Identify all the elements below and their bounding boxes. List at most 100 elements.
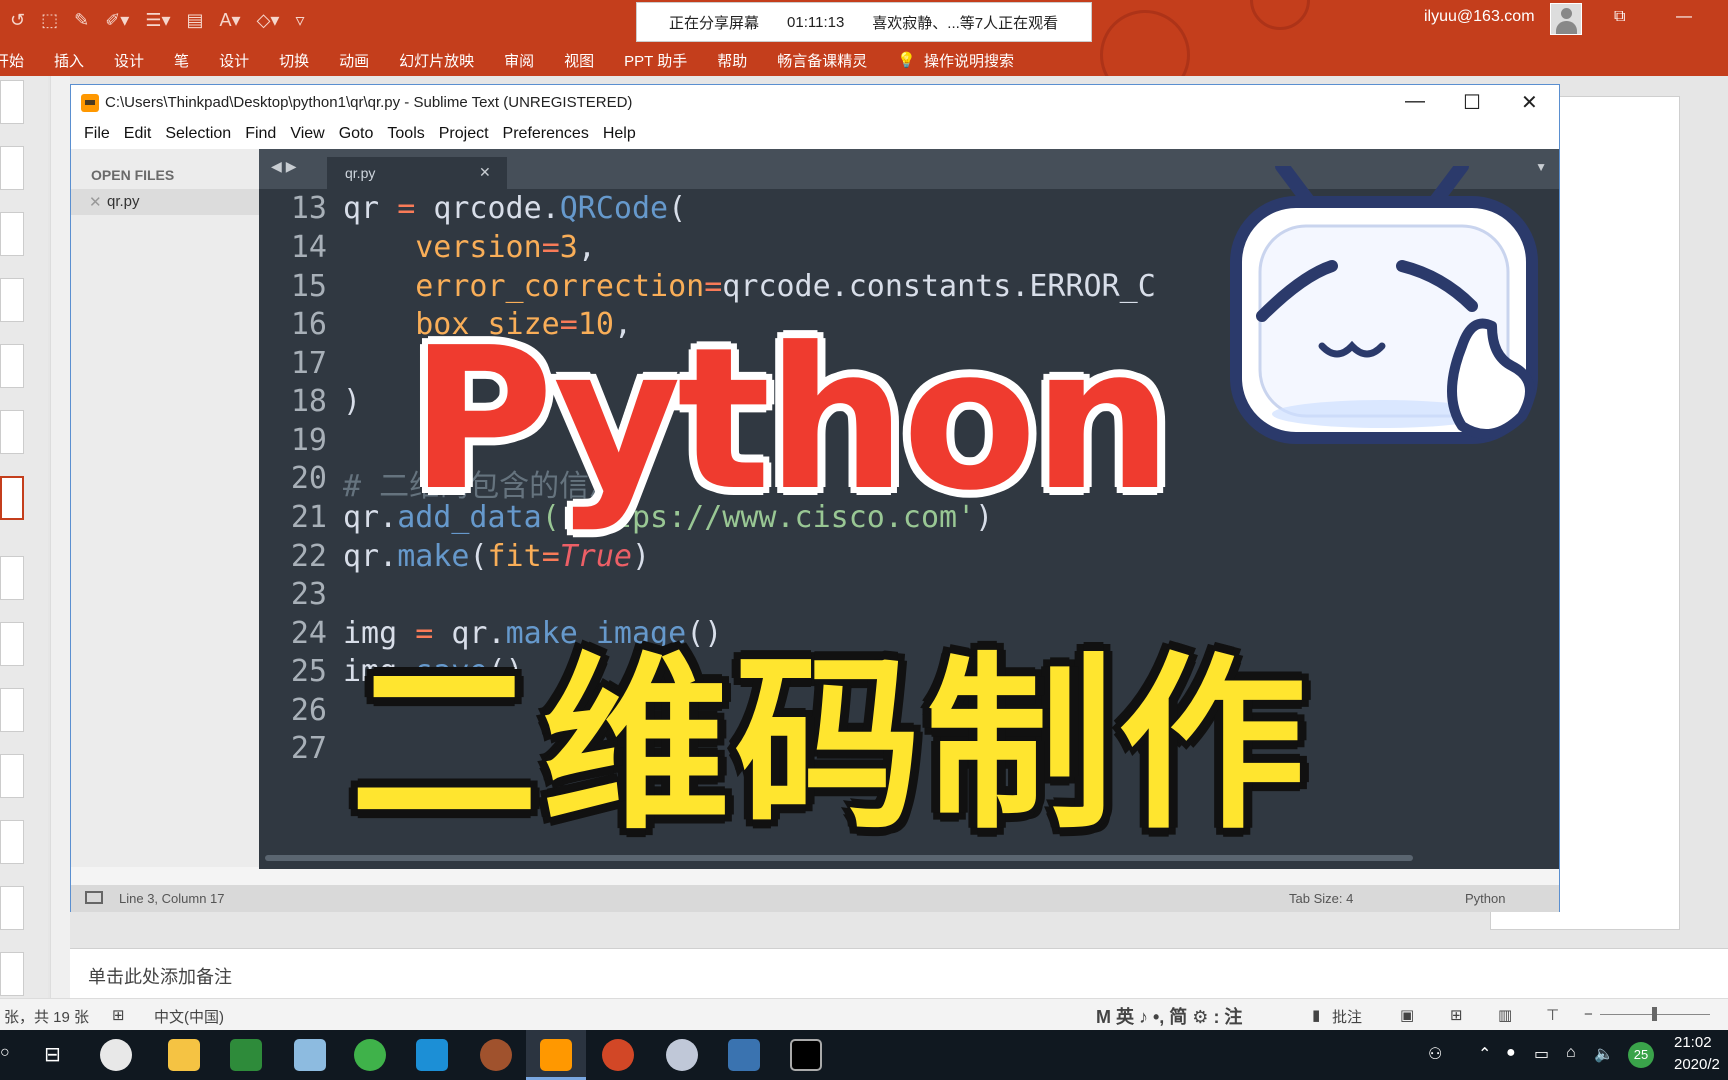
slide-thumbnail[interactable] [0, 80, 24, 124]
slide-thumbnail[interactable] [0, 886, 24, 930]
tab-ppt-assistant[interactable]: PPT 助手 [609, 50, 702, 71]
slide-thumbnail[interactable] [0, 622, 24, 666]
zoom-slider-thumb[interactable] [1652, 1007, 1657, 1021]
menu-tools[interactable]: Tools [380, 125, 431, 143]
comment-icon[interactable]: ▮ [1312, 1006, 1320, 1024]
slide-thumbnail[interactable] [0, 212, 24, 256]
slide-thumbnail[interactable] [0, 952, 24, 996]
avatar[interactable] [1550, 3, 1582, 35]
close-icon[interactable]: ✕ [1521, 90, 1538, 115]
clock-time[interactable]: 21:02 [1674, 1034, 1712, 1051]
menu-preferences[interactable]: Preferences [496, 125, 596, 143]
normal-view-icon[interactable]: ▣ [1400, 1006, 1414, 1024]
slide-thumbnail[interactable] [0, 278, 24, 322]
browser-icon[interactable] [354, 1039, 386, 1071]
code-line[interactable]: version=3, [343, 230, 596, 265]
ime-toolbar[interactable]: M 英 ♪ •, 简 ⚙ : 注 [1096, 1003, 1242, 1029]
tab-review[interactable]: 审阅 [489, 50, 549, 71]
pen-icon[interactable]: ✎ [74, 10, 89, 31]
menu-selection[interactable]: Selection [158, 125, 238, 143]
code-line[interactable]: ) [343, 384, 361, 419]
zoom-out-icon[interactable]: − [1584, 1006, 1593, 1023]
tab-help[interactable]: 帮助 [702, 50, 762, 71]
task-view-icon[interactable]: ⊟ [44, 1042, 61, 1067]
console-toggle-icon[interactable] [85, 891, 103, 904]
reading-view-icon[interactable]: ▥ [1498, 1006, 1512, 1024]
close-file-icon[interactable]: ✕ [89, 193, 102, 211]
powerpoint-icon[interactable] [602, 1039, 634, 1071]
tab-design-2[interactable]: 设计 [204, 50, 264, 71]
code-line[interactable]: error_correction=qrcode.constants.ERROR_… [343, 269, 1156, 304]
slide-thumbnail[interactable] [0, 146, 24, 190]
undo-icon[interactable]: ↺ [10, 10, 25, 31]
lines-icon[interactable]: ☰▾ [145, 10, 170, 31]
ribbon-display-icon[interactable]: ⧉ [1614, 8, 1625, 26]
network-icon[interactable]: ⌂ [1566, 1044, 1576, 1062]
slide-thumbnail[interactable] [0, 820, 24, 864]
sublime-icon[interactable] [540, 1039, 572, 1071]
slide-thumbnail[interactable] [0, 410, 24, 454]
tab-draw[interactable]: 笔 [159, 50, 204, 71]
spellcheck-icon[interactable]: ⊞ [112, 1006, 125, 1024]
tray-app-icon[interactable]: ● [1506, 1044, 1516, 1062]
tell-me-search[interactable]: 操作说明搜索 [920, 50, 1029, 71]
tab-home[interactable]: 开始 [0, 50, 39, 71]
app-icon[interactable] [480, 1039, 512, 1071]
shapes-icon[interactable]: ◇▾ [257, 10, 280, 31]
people-icon[interactable]: ⚇ [1428, 1044, 1442, 1064]
slide-thumbnail[interactable] [0, 754, 24, 798]
tab-scroll-arrows-icon[interactable]: ◀▶ [271, 158, 301, 175]
maximize-icon[interactable]: ☐ [1463, 90, 1481, 115]
slide-thumbnail[interactable] [0, 688, 24, 732]
tab-design[interactable]: 设计 [99, 50, 159, 71]
menu-project[interactable]: Project [432, 125, 496, 143]
slide-thumbnail[interactable] [0, 344, 24, 388]
tab-view[interactable]: 视图 [549, 50, 609, 71]
language-status[interactable]: 中文(中国) [154, 1006, 224, 1027]
code-line[interactable]: qr = qrcode.QRCode( [343, 191, 686, 226]
open-file-item[interactable]: ✕ qr.py [71, 189, 259, 215]
close-tab-icon[interactable]: ✕ [479, 164, 491, 181]
search-icon[interactable]: ○ [0, 1044, 10, 1062]
minimize-icon[interactable]: — [1405, 90, 1425, 113]
slide-thumbnail[interactable] [0, 556, 24, 600]
tab-qr-py[interactable]: qr.py ✕ [327, 157, 507, 189]
syntax-status[interactable]: Python [1465, 891, 1505, 906]
tab-size-status[interactable]: Tab Size: 4 [1289, 891, 1353, 906]
python-icon[interactable] [728, 1039, 760, 1071]
app-icon[interactable] [230, 1039, 262, 1071]
select-icon[interactable]: ⬚ [41, 10, 58, 31]
tab-changyan[interactable]: 畅言备课精灵 [762, 50, 882, 71]
comments-button[interactable]: 批注 [1332, 1006, 1362, 1027]
thumbnail-scrollbar[interactable] [50, 76, 70, 998]
menu-edit[interactable]: Edit [117, 125, 159, 143]
code-line[interactable]: qr.make(fit=True) [343, 539, 650, 574]
menu-file[interactable]: File [77, 125, 117, 143]
tab-insert[interactable]: 插入 [39, 50, 99, 71]
ink-icon[interactable]: A▾ [220, 10, 241, 31]
user-email[interactable]: ilyuu@163.com [1424, 8, 1535, 26]
slideshow-icon[interactable]: ⊤ [1546, 1006, 1559, 1024]
clock-date[interactable]: 2020/2 [1674, 1056, 1720, 1073]
volume-icon[interactable]: 🔈 [1594, 1044, 1614, 1064]
notes-pane[interactable]: 单击此处添加备注 [70, 948, 1728, 998]
tab-transitions[interactable]: 切换 [264, 50, 324, 71]
menu-goto[interactable]: Goto [332, 125, 381, 143]
text-box-icon[interactable]: ▤ [187, 10, 204, 31]
app-icon[interactable] [416, 1039, 448, 1071]
tab-slideshow[interactable]: 幻灯片放映 [384, 50, 489, 71]
horizontal-scrollbar[interactable] [265, 855, 1413, 861]
menu-view[interactable]: View [283, 125, 331, 143]
menu-find[interactable]: Find [238, 125, 283, 143]
app-icon[interactable] [666, 1039, 698, 1071]
highlighter-icon[interactable]: ✐▾ [105, 10, 129, 31]
minimize-icon[interactable]: — [1676, 8, 1692, 26]
menu-help[interactable]: Help [596, 125, 643, 143]
chevron-up-icon[interactable]: ⌃ [1478, 1044, 1491, 1064]
slide-sorter-icon[interactable]: ⊞ [1450, 1006, 1463, 1024]
app-pinwheel-icon[interactable] [100, 1039, 132, 1071]
battery-icon[interactable]: ▭ [1534, 1044, 1549, 1064]
tab-animations[interactable]: 动画 [324, 50, 384, 71]
file-explorer-icon[interactable] [168, 1039, 200, 1071]
notification-badge[interactable]: 25 [1628, 1042, 1654, 1068]
